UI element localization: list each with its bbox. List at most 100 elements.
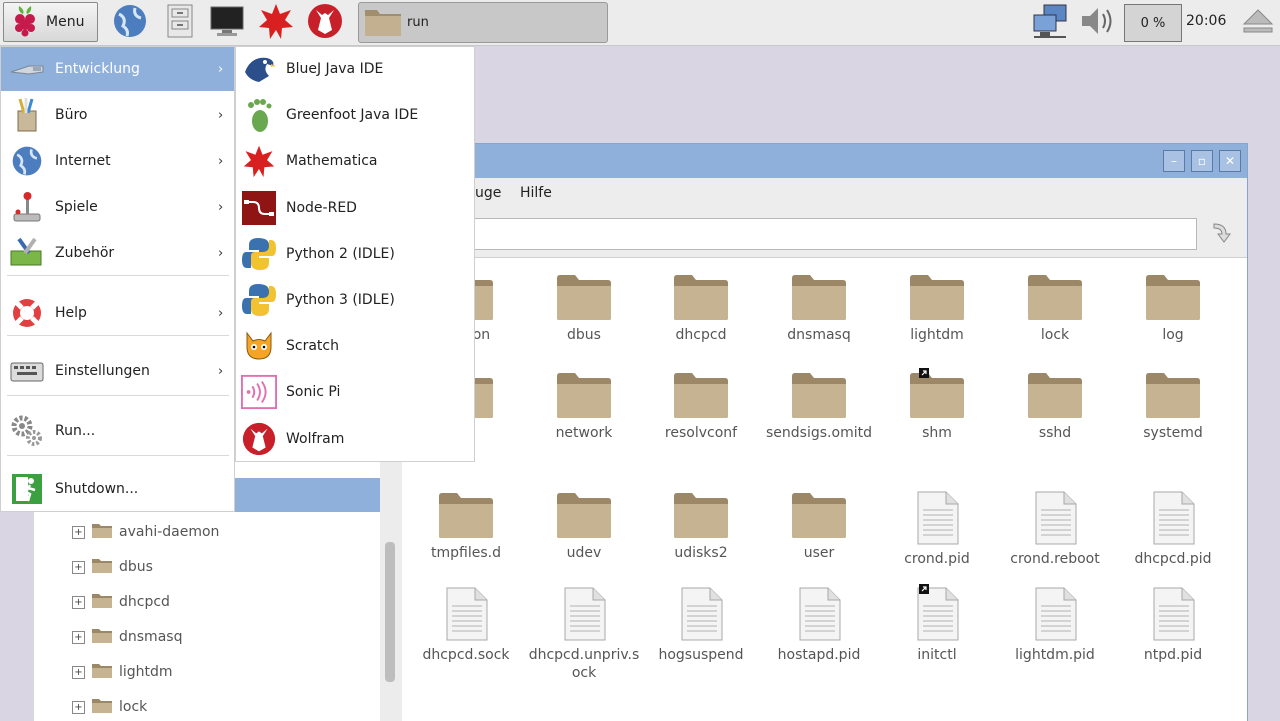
tree-scrollbar[interactable] xyxy=(380,460,402,721)
folder-item[interactable]: resolvconf xyxy=(643,368,759,442)
wolfram-launcher[interactable] xyxy=(305,3,345,43)
file-item[interactable]: ntpd.pid xyxy=(1115,584,1231,664)
tree-row[interactable]: + dnsmasq xyxy=(72,625,182,649)
menu-tools[interactable]: uge xyxy=(475,185,501,201)
file-label: udisks2 xyxy=(674,545,728,561)
submenu-item-mathematica[interactable]: Mathematica xyxy=(236,139,474,183)
folder-item[interactable]: lock xyxy=(997,270,1113,344)
expand-icon[interactable]: + xyxy=(72,525,85,539)
tree-row[interactable]: + avahi-daemon xyxy=(72,520,219,544)
file-label: sshd xyxy=(1038,425,1072,441)
submenu-item-python-2-idle[interactable]: Python 2 (IDLE) xyxy=(236,232,474,276)
start-menu-item-büro[interactable]: Büro › xyxy=(1,93,234,137)
tree-row[interactable]: + lock xyxy=(72,695,147,719)
folder-item[interactable]: sshd xyxy=(997,368,1113,442)
file-cabinet-icon xyxy=(165,3,195,43)
lifebuoy-icon xyxy=(9,295,45,331)
folder-item[interactable]: tmpfiles.d xyxy=(408,488,524,562)
network-tray[interactable] xyxy=(1028,3,1072,43)
submenu-item-label: Python 2 (IDLE) xyxy=(286,245,395,262)
submenu-item-bluej-java-ide[interactable]: BlueJ Java IDE xyxy=(236,47,474,91)
folder-item[interactable]: dnsmasq xyxy=(761,270,877,344)
folder-item[interactable]: udisks2 xyxy=(643,488,759,562)
submenu-item-greenfoot-java-ide[interactable]: Greenfoot Java IDE xyxy=(236,93,474,137)
start-menu-item-run[interactable]: Run... xyxy=(1,409,234,453)
submenu-item-scratch[interactable]: Scratch xyxy=(236,324,474,368)
submenu-item-node-red[interactable]: Node-RED xyxy=(236,186,474,230)
file-label: dhcpcd xyxy=(675,327,727,343)
joystick-icon xyxy=(9,189,45,225)
file-item[interactable]: dhcpcd.pid xyxy=(1115,488,1231,568)
folder-icon xyxy=(91,591,113,613)
file-item[interactable]: dhcpcd.sock xyxy=(408,584,524,664)
web-browser-launcher[interactable] xyxy=(110,3,150,43)
submenu-item-python-3-idle[interactable]: Python 3 (IDLE) xyxy=(236,278,474,322)
start-menu-item-entwicklung[interactable]: Entwicklung › xyxy=(1,47,234,91)
document-icon xyxy=(879,584,995,642)
file-label: shm xyxy=(922,425,952,441)
tree-scrollbar-thumb[interactable] xyxy=(385,542,395,682)
file-item[interactable]: initctl xyxy=(879,584,995,664)
tree-row[interactable]: + dbus xyxy=(72,555,153,579)
minimize-button[interactable]: – xyxy=(1163,150,1185,172)
submenu-item-label: Node-RED xyxy=(286,199,357,216)
folder-item[interactable]: log xyxy=(1115,270,1231,344)
file-item[interactable]: crond.reboot xyxy=(997,488,1113,568)
folder-item[interactable]: shm xyxy=(879,368,995,442)
tree-row[interactable]: + lightdm xyxy=(72,660,173,684)
file-item[interactable]: dhcpcd.unpriv.sock xyxy=(526,584,642,682)
terminal-launcher[interactable] xyxy=(207,3,247,43)
file-item[interactable]: hogsuspend xyxy=(643,584,759,664)
sonic-pi-icon xyxy=(241,374,277,410)
volume-tray[interactable] xyxy=(1076,3,1120,43)
tree-row[interactable]: + dhcpcd xyxy=(72,590,170,614)
submenu-item-label: Wolfram xyxy=(286,430,345,447)
file-item[interactable]: crond.pid xyxy=(879,488,995,568)
expand-icon[interactable]: + xyxy=(72,560,85,574)
window-titlebar[interactable]: – ▫ ✕ xyxy=(381,144,1247,178)
folder-item[interactable]: systemd xyxy=(1115,368,1231,442)
folder-item[interactable]: sendsigs.omitd xyxy=(761,368,877,442)
file-label: sendsigs.omitd xyxy=(766,425,872,441)
document-icon xyxy=(1115,488,1231,546)
folder-item[interactable]: dbus xyxy=(526,270,642,344)
start-menu-item-internet[interactable]: Internet › xyxy=(1,139,234,183)
folder-item[interactable]: network xyxy=(526,368,642,442)
expand-icon[interactable]: + xyxy=(72,595,85,609)
file-manager-launcher[interactable] xyxy=(160,3,200,43)
cpu-usage: 0 % xyxy=(1140,15,1166,31)
folder-item[interactable]: dhcpcd xyxy=(643,270,759,344)
start-menu-item-help[interactable]: Help › xyxy=(1,291,234,335)
mathematica-launcher[interactable] xyxy=(256,3,296,43)
eject-tray[interactable] xyxy=(1238,3,1278,43)
minimize-icon: – xyxy=(1171,154,1177,168)
path-input[interactable] xyxy=(381,218,1197,250)
expand-icon[interactable]: + xyxy=(72,700,85,714)
folder-icon xyxy=(91,696,113,718)
maximize-icon: ▫ xyxy=(1197,154,1207,168)
menu-help[interactable]: Hilfe xyxy=(520,185,552,201)
folder-item[interactable]: lightdm xyxy=(879,270,995,344)
tree-row-label: dbus xyxy=(119,559,153,575)
start-menu-item-shutdown[interactable]: Shutdown... xyxy=(1,467,234,511)
folder-item[interactable]: user xyxy=(761,488,877,562)
start-menu-item-spiele[interactable]: Spiele › xyxy=(1,185,234,229)
start-menu-item-zubehör[interactable]: Zubehör › xyxy=(1,231,234,275)
file-item[interactable]: hostapd.pid xyxy=(761,584,877,664)
submenu-item-sonic-pi[interactable]: Sonic Pi xyxy=(236,370,474,414)
file-item[interactable]: lightdm.pid xyxy=(997,584,1113,664)
maximize-button[interactable]: ▫ xyxy=(1191,150,1213,172)
folder-icon xyxy=(1115,270,1231,322)
submenu-item-wolfram[interactable]: Wolfram xyxy=(236,417,474,461)
expand-icon[interactable]: + xyxy=(72,665,85,679)
raspberry-icon xyxy=(10,3,40,41)
menu-button[interactable]: Menu xyxy=(3,2,98,42)
monitor-icon xyxy=(208,4,246,42)
file-label: dnsmasq xyxy=(787,327,851,343)
folder-item[interactable]: udev xyxy=(526,488,642,562)
expand-icon[interactable]: + xyxy=(72,630,85,644)
start-menu-item-einstellungen[interactable]: Einstellungen › xyxy=(1,349,234,393)
go-button[interactable] xyxy=(1205,220,1235,250)
close-button[interactable]: ✕ xyxy=(1219,150,1241,172)
taskbar-window-run[interactable]: run xyxy=(358,2,608,43)
